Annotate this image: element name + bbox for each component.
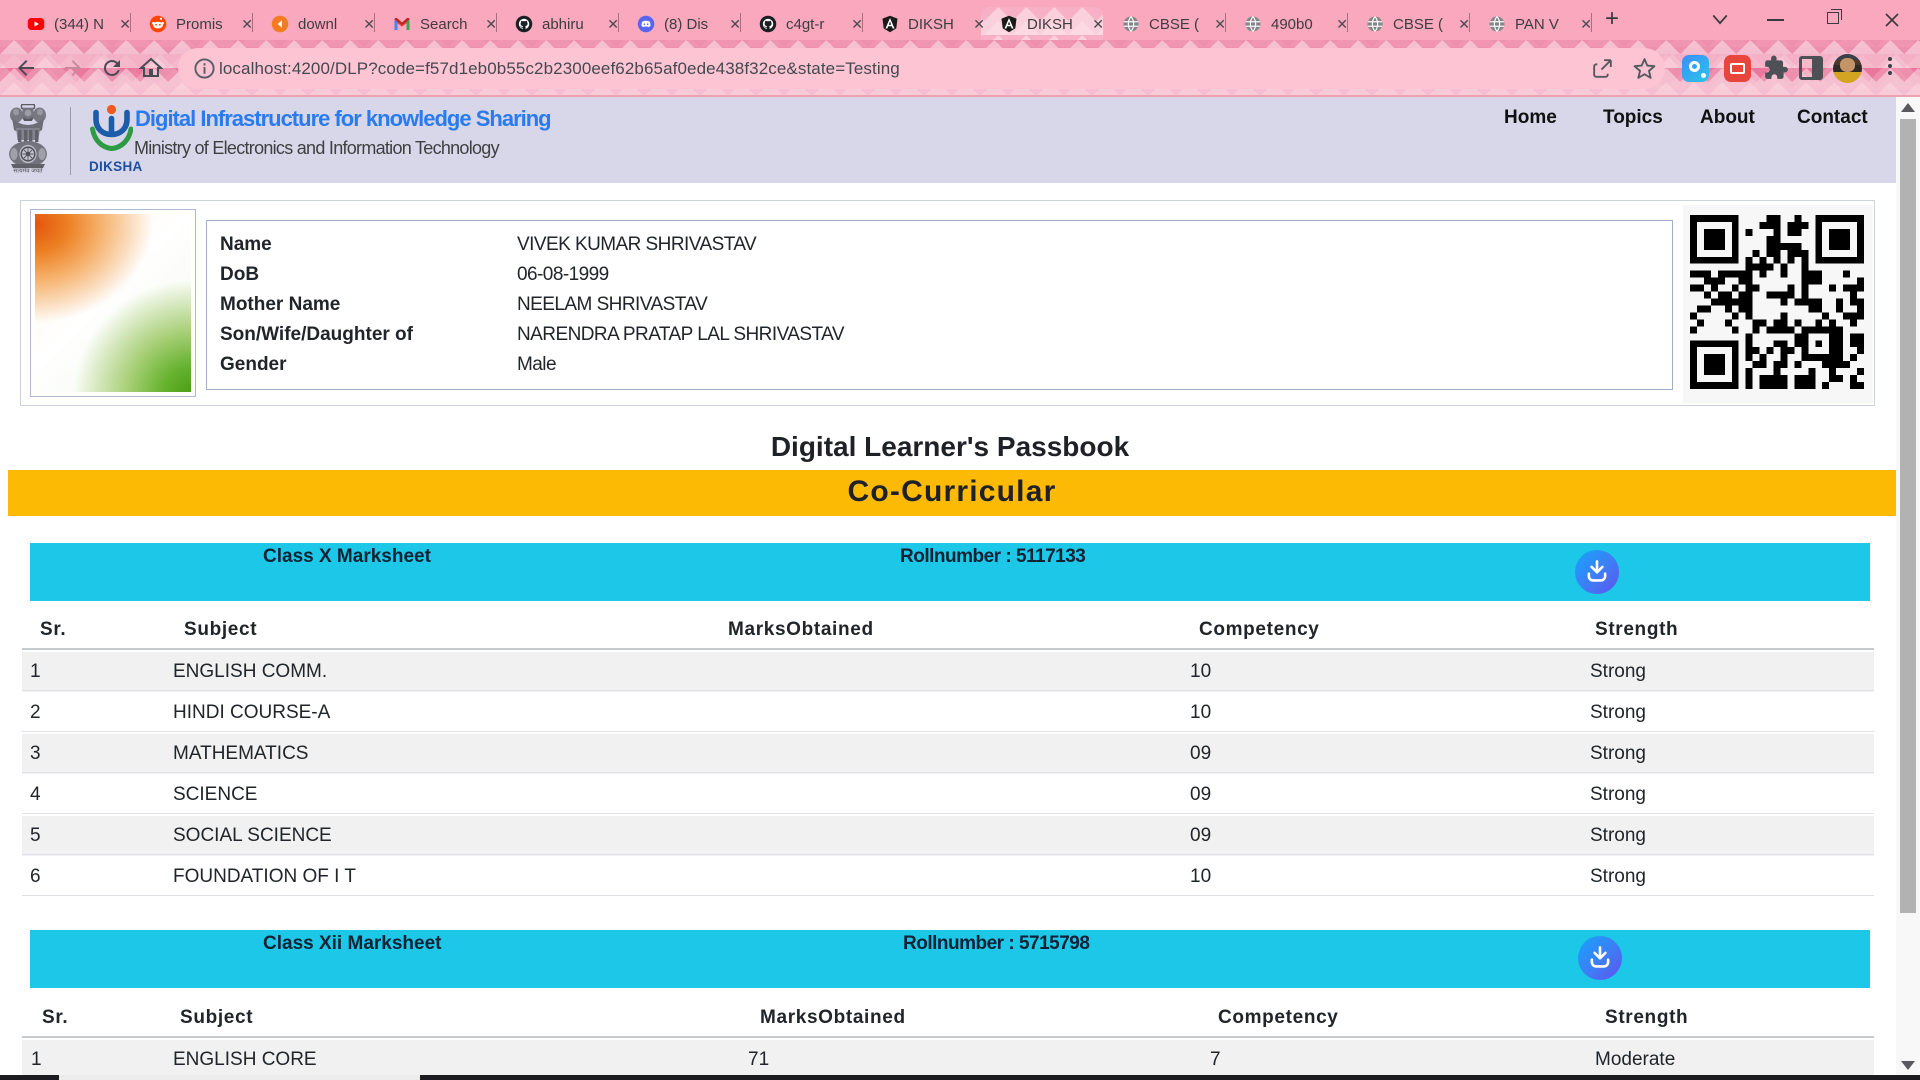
svg-text:सत्यमेव जयते: सत्यमेव जयते — [13, 167, 43, 175]
